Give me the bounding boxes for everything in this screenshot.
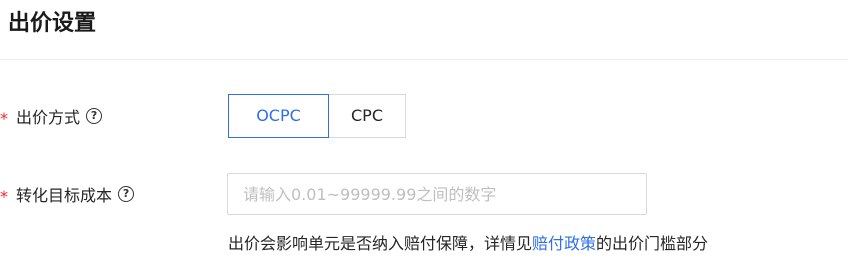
target-cost-input[interactable] [227,173,647,215]
bid-method-option-cpc[interactable]: CPC [328,94,406,138]
question-circle-icon[interactable]: ? [118,186,135,202]
bid-method-label: 出价方式 [16,108,81,127]
bid-hint-text: 出价会影响单元是否纳入赔付保障，详情见赔付政策的出价门槛部分 [228,230,708,254]
bid-settings-panel: 出价设置 * 出价方式 ? OCPC CPC * 转化目标成本 ? 出价会影响单… [0,0,848,271]
target-cost-label-row: * 转化目标成本 ? [0,182,135,206]
hint-prefix: 出价会影响单元是否纳入赔付保障，详情见 [228,234,533,253]
bid-method-option-ocpc[interactable]: OCPC [228,94,329,138]
required-mark: * [0,108,8,128]
section-title: 出价设置 [8,11,97,36]
target-cost-label: 转化目标成本 [16,186,113,205]
compensation-policy-link[interactable]: 赔付政策 [532,234,596,253]
required-mark: * [0,186,8,206]
hint-suffix: 的出价门槛部分 [596,234,709,253]
bid-method-segmented-control: OCPC CPC [228,94,406,138]
bid-method-label-row: * 出价方式 ? [0,104,103,128]
question-circle-icon[interactable]: ? [86,108,103,124]
divider [0,59,848,60]
